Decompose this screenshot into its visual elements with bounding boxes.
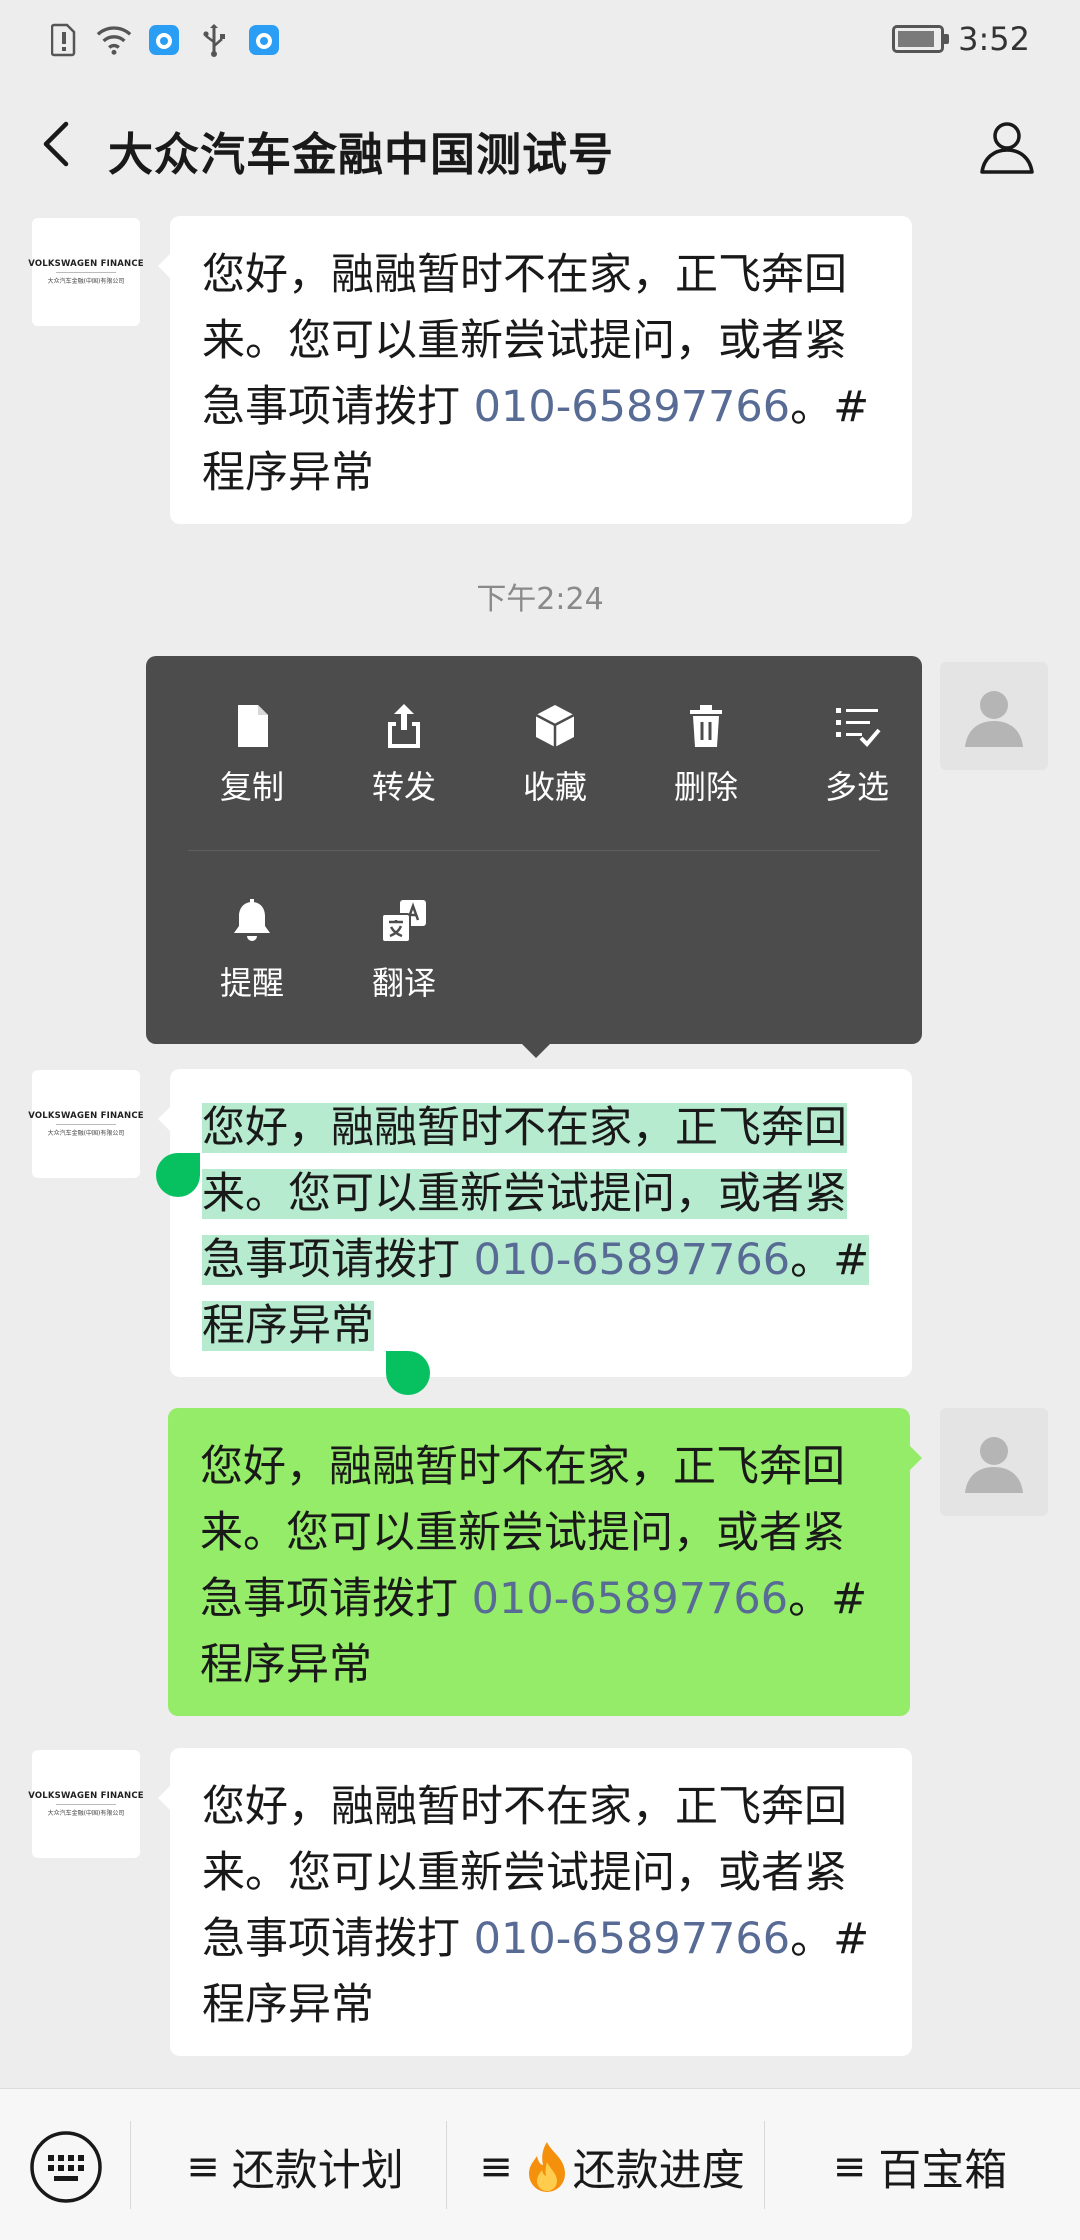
status-right: 3:52: [892, 20, 1030, 58]
message-bubble[interactable]: 您好，融融暂时不在家，正飞奔回来。您可以重新尝试提问，或者紧急事项请拨打 010…: [158, 1748, 912, 2056]
menu-item-copy[interactable]: 复制: [182, 702, 322, 822]
fire-icon: [525, 2140, 569, 2194]
selection-start-handle[interactable]: [156, 1153, 200, 1197]
status-bar: 3:52: [0, 0, 1080, 80]
alert-icon: [46, 18, 82, 62]
user-avatar[interactable]: [940, 662, 1048, 770]
user-avatar[interactable]: [940, 1408, 1048, 1516]
menu-lines-icon: ≡: [479, 2144, 513, 2190]
sent-message-bubble[interactable]: 您好，融融暂时不在家，正飞奔回来。您可以重新尝试提问，或者紧急事项请拨打 010…: [168, 1408, 922, 1716]
app-notification-icon: [146, 18, 182, 62]
delete-icon: [690, 705, 722, 747]
usb-icon: [196, 18, 232, 62]
status-time: 3:52: [958, 20, 1030, 58]
menu-divider: [188, 850, 880, 851]
phone-link[interactable]: 010-65897766: [474, 1235, 790, 1285]
forward-icon: [388, 704, 420, 748]
message-bubble[interactable]: 您好，融融暂时不在家，正飞奔回来。您可以重新尝试提问，或者紧急事项请拨打 010…: [158, 216, 912, 524]
back-arrow-icon: [43, 121, 69, 167]
remind-bell-icon: [234, 899, 270, 941]
menu-lines-icon: ≡: [186, 2144, 220, 2190]
translate-icon: [381, 900, 426, 943]
multi-select-icon: [836, 708, 881, 747]
copy-icon: [238, 705, 268, 747]
menu-toolbox[interactable]: ≡ 百宝箱: [790, 2129, 1050, 2205]
phone-link[interactable]: 010-65897766: [472, 1574, 788, 1624]
phone-link[interactable]: 010-65897766: [474, 1914, 790, 1964]
sender-avatar[interactable]: VOLKSWAGEN FINANCE 大众汽车金融(中国)有限公司: [28, 218, 144, 326]
default-avatar-icon: [965, 691, 1023, 747]
favorite-icon: [535, 705, 575, 747]
default-avatar-icon: [965, 1437, 1023, 1493]
chat-title: 大众汽车金融中国测试号: [108, 128, 615, 181]
sender-avatar[interactable]: VOLKSWAGEN FINANCE 大众汽车金融(中国)有限公司: [28, 1070, 144, 1178]
bottom-menu-bar: ≡ 还款计划 ≡ 还款进度 ≡ 百宝箱: [0, 2088, 1080, 2240]
chat-screen: 3:52 大众汽车金融中国测试号 VOLKSWAGEN FINANCE 大众汽车…: [0, 0, 1080, 2240]
selection-end-handle[interactable]: [386, 1351, 430, 1395]
menu-item-delete[interactable]: 删除: [636, 702, 776, 822]
back-button[interactable]: [30, 114, 90, 174]
menu-lines-icon: ≡: [832, 2144, 867, 2190]
menu-item-translate[interactable]: 翻译: [334, 898, 474, 1018]
chat-header: 大众汽车金融中国测试号: [0, 80, 1080, 210]
chat-info-button[interactable]: [976, 116, 1038, 178]
sender-avatar[interactable]: VOLKSWAGEN FINANCE 大众汽车金融(中国)有限公司: [28, 1750, 144, 1858]
person-icon: [980, 122, 1034, 174]
menu-item-favorite[interactable]: 收藏: [485, 702, 625, 822]
menu-item-remind[interactable]: 提醒: [182, 898, 322, 1018]
menu-item-forward[interactable]: 转发: [334, 702, 474, 822]
wifi-icon: [96, 18, 132, 62]
menu-repayment-progress[interactable]: ≡ 还款进度: [462, 2129, 762, 2205]
menu-item-multi-select[interactable]: 多选: [787, 702, 927, 822]
keyboard-icon: [30, 2131, 102, 2203]
menu-repayment-plan[interactable]: ≡ 还款计划: [160, 2129, 430, 2205]
battery-icon: [892, 25, 950, 53]
phone-link[interactable]: 010-65897766: [474, 382, 790, 432]
keyboard-toggle-button[interactable]: [28, 2129, 104, 2205]
selected-message-bubble[interactable]: 您好，融融暂时不在家，正飞奔回来。您可以重新尝试提问，或者紧急事项请拨打 010…: [158, 1069, 912, 1377]
app-notification-icon: [246, 18, 282, 62]
context-menu: 复制 转发 收藏 删除 多选 提醒 翻译: [146, 656, 922, 1058]
selected-text[interactable]: 您好，融融暂时不在家，正飞奔回来。您可以重新尝试提问，或者紧急事项请拨打 010…: [202, 1103, 870, 1351]
status-icons: [46, 18, 282, 62]
message-timestamp: 下午2:24: [476, 582, 604, 617]
